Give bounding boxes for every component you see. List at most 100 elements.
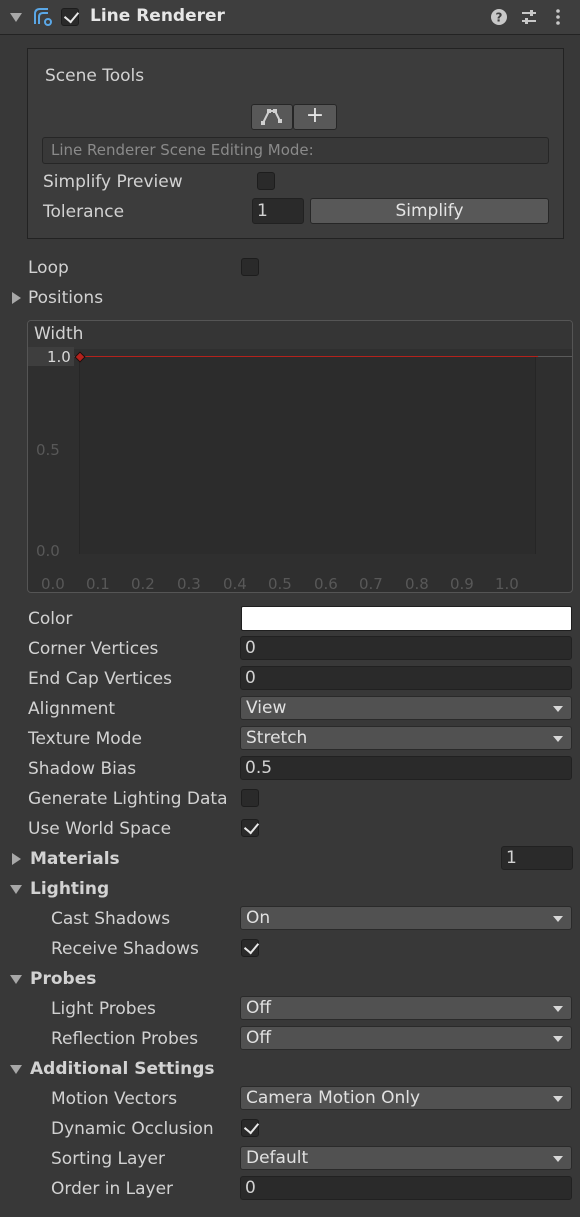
corner-vertices-label: Corner Vertices <box>28 639 159 659</box>
chevron-down-icon <box>553 1096 563 1102</box>
cast-shadows-value: On <box>246 908 271 928</box>
corner-vertices-field[interactable]: 0 <box>240 636 572 660</box>
tolerance-field[interactable]: 1 <box>252 198 304 224</box>
x-tick-label: 0.0 <box>41 575 65 593</box>
motion-vectors-label: Motion Vectors <box>51 1089 178 1109</box>
additional-settings-label[interactable]: Additional Settings <box>30 1059 215 1079</box>
cast-shadows-label: Cast Shadows <box>51 909 171 929</box>
reflection-probes-dropdown[interactable]: Off <box>240 1026 572 1050</box>
x-tick-label: 0.8 <box>405 575 429 593</box>
dynamic-occlusion-label: Dynamic Occlusion <box>51 1119 214 1139</box>
x-tick-label: 1.0 <box>495 575 519 593</box>
x-tick-label: 0.3 <box>177 575 201 593</box>
generate-lighting-checkbox[interactable] <box>241 789 259 807</box>
create-points-button[interactable]: + <box>293 104 337 130</box>
sorting-layer-value: Default <box>246 1148 309 1168</box>
lighting-foldout-icon[interactable] <box>10 885 22 894</box>
svg-text:?: ? <box>496 11 503 25</box>
reflection-probes-label: Reflection Probes <box>51 1029 199 1049</box>
scene-tools-title: Scene Tools <box>45 66 145 86</box>
tolerance-label: Tolerance <box>43 202 125 222</box>
color-label: Color <box>28 609 73 629</box>
simplify-preview-checkbox[interactable] <box>257 172 275 190</box>
scene-editing-mode-text: Line Renderer Scene Editing Mode: <box>42 137 549 164</box>
use-world-space-checkbox[interactable] <box>241 818 260 837</box>
curve-grid-right <box>307 356 536 554</box>
order-in-layer-label: Order in Layer <box>51 1179 174 1199</box>
texture-mode-label: Texture Mode <box>28 729 142 749</box>
more-options-icon[interactable] <box>552 8 564 26</box>
additional-settings-foldout-icon[interactable] <box>10 1065 22 1074</box>
texture-mode-dropdown[interactable]: Stretch <box>240 726 572 750</box>
use-world-space-label: Use World Space <box>28 819 172 839</box>
receive-shadows-label: Receive Shadows <box>51 939 199 959</box>
x-tick-label: 0.1 <box>86 575 110 593</box>
preset-icon[interactable] <box>520 8 538 26</box>
materials-label[interactable]: Materials <box>30 849 120 869</box>
inspector-panel: Line Renderer ? Scene Tools + Line Rende… <box>0 0 580 1217</box>
sorting-layer-dropdown[interactable]: Default <box>240 1146 572 1170</box>
shadow-bias-field[interactable]: 0.5 <box>240 756 572 780</box>
sorting-layer-label: Sorting Layer <box>51 1149 165 1169</box>
width-curve-header <box>28 321 572 349</box>
alignment-dropdown[interactable]: View <box>240 696 572 720</box>
component-title: Line Renderer <box>90 6 225 26</box>
enabled-checkbox[interactable] <box>61 7 80 26</box>
chevron-down-icon <box>553 706 563 712</box>
loop-label: Loop <box>28 258 69 278</box>
receive-shadows-checkbox[interactable] <box>241 938 260 957</box>
positions-foldout-icon[interactable] <box>12 292 21 304</box>
alignment-label: Alignment <box>28 699 116 719</box>
alignment-value: View <box>246 698 287 718</box>
shadow-bias-label: Shadow Bias <box>28 759 137 779</box>
simplify-preview-label: Simplify Preview <box>43 172 183 192</box>
light-probes-dropdown[interactable]: Off <box>240 996 572 1020</box>
chevron-down-icon <box>553 1006 563 1012</box>
materials-foldout-icon[interactable] <box>12 853 21 865</box>
end-cap-vertices-field[interactable]: 0 <box>240 666 572 690</box>
curve-grid-left <box>79 356 309 554</box>
chevron-down-icon <box>553 916 563 922</box>
y-tick-label: 0.0 <box>36 542 60 560</box>
lighting-label[interactable]: Lighting <box>30 879 109 899</box>
materials-count-field[interactable]: 1 <box>501 846 573 870</box>
color-swatch[interactable] <box>241 606 572 631</box>
positions-label[interactable]: Positions <box>28 288 103 308</box>
collapse-arrow-icon[interactable] <box>10 13 22 22</box>
x-tick-label: 0.6 <box>314 575 338 593</box>
probes-foldout-icon[interactable] <box>10 975 22 984</box>
motion-vectors-value: Camera Motion Only <box>246 1088 421 1108</box>
width-curve-editor[interactable]: Width 1.0 0.5 0.0 0.0 0.1 0.2 0.3 0.4 0.… <box>27 320 573 593</box>
generate-lighting-label: Generate Lighting Data <box>28 789 228 809</box>
end-cap-vertices-label: End Cap Vertices <box>28 669 173 689</box>
edit-points-button[interactable] <box>251 104 293 130</box>
component-header: Line Renderer ? <box>0 0 580 35</box>
line-renderer-icon <box>34 8 52 26</box>
chevron-down-icon <box>553 1036 563 1042</box>
chevron-down-icon <box>553 736 563 742</box>
order-in-layer-field[interactable]: 0 <box>240 1176 572 1200</box>
loop-checkbox[interactable] <box>241 258 259 276</box>
probes-label[interactable]: Probes <box>30 969 96 989</box>
x-tick-label: 0.2 <box>131 575 155 593</box>
width-curve-line <box>80 356 538 357</box>
width-curve-title: Width <box>34 324 84 344</box>
x-tick-label: 0.4 <box>223 575 247 593</box>
light-probes-value: Off <box>246 998 272 1018</box>
texture-mode-value: Stretch <box>246 728 308 748</box>
motion-vectors-dropdown[interactable]: Camera Motion Only <box>240 1086 572 1110</box>
x-tick-label: 0.7 <box>359 575 383 593</box>
dynamic-occlusion-checkbox[interactable] <box>241 1118 260 1137</box>
help-icon[interactable]: ? <box>490 8 508 26</box>
x-tick-label: 0.9 <box>450 575 474 593</box>
scene-tools-box: Scene Tools + Line Renderer Scene Editin… <box>27 48 564 239</box>
reflection-probes-value: Off <box>246 1028 272 1048</box>
chevron-down-icon <box>553 1156 563 1162</box>
edit-points-icon <box>261 109 282 125</box>
x-tick-label: 0.5 <box>268 575 292 593</box>
curve-key-value: 1.0 <box>47 348 71 366</box>
light-probes-label: Light Probes <box>51 999 156 1019</box>
simplify-button[interactable]: Simplify <box>310 198 549 224</box>
y-tick-label: 0.5 <box>36 441 60 459</box>
cast-shadows-dropdown[interactable]: On <box>240 906 572 930</box>
